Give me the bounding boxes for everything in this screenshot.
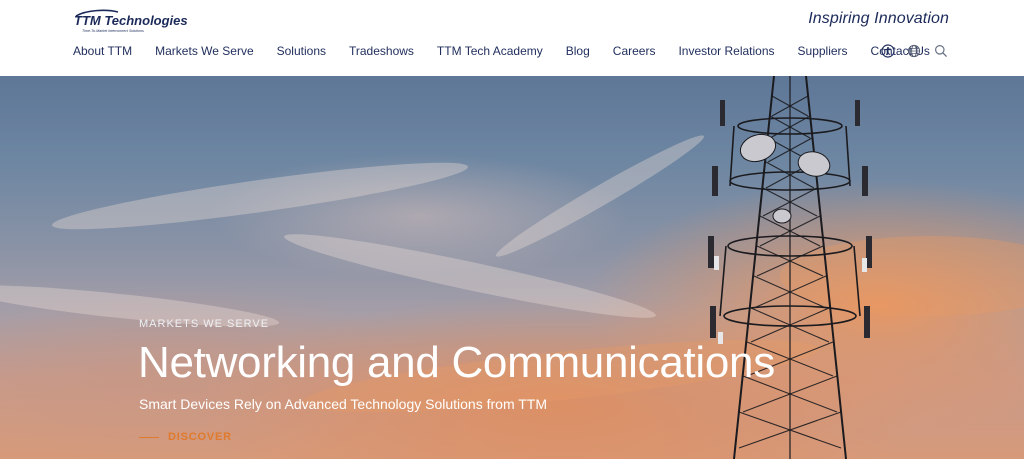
ttm-logo-mark: TTM Technologies Time-To-Market Intercon…	[74, 9, 188, 33]
main-nav: About TTM Markets We Serve Solutions Tra…	[73, 44, 930, 58]
nav-careers[interactable]: Careers	[613, 44, 656, 58]
discover-link[interactable]: DISCOVER	[139, 431, 232, 443]
search-icon[interactable]	[934, 44, 948, 58]
cell-tower-image	[708, 76, 872, 459]
nav-ttm-tech-academy[interactable]: TTM Tech Academy	[437, 44, 543, 58]
ttm-logo[interactable]: TTM Technologies Time-To-Market Intercon…	[72, 9, 200, 35]
nav-investor-relations[interactable]: Investor Relations	[678, 44, 774, 58]
nav-markets-we-serve[interactable]: Markets We Serve	[155, 44, 253, 58]
nav-solutions[interactable]: Solutions	[277, 44, 326, 58]
nav-contact-us[interactable]: Contact Us	[871, 44, 930, 58]
logo-subtext: Time-To-Market Interconnect Solutions	[82, 29, 144, 33]
nav-suppliers[interactable]: Suppliers	[798, 44, 848, 58]
discover-label: DISCOVER	[168, 431, 232, 443]
hero-title: Networking and Communications	[138, 338, 775, 387]
accessibility-icon[interactable]	[881, 44, 895, 58]
site-header: TTM Technologies Time-To-Market Intercon…	[0, 0, 1024, 76]
tagline: Inspiring Innovation	[808, 10, 949, 27]
logo-wordmark: TTM Technologies	[74, 13, 188, 28]
hero-banner: MARKETS WE SERVE Networking and Communic…	[0, 76, 1024, 459]
globe-icon[interactable]	[907, 44, 921, 58]
hero-subtitle: Smart Devices Rely on Advanced Technolog…	[139, 396, 548, 412]
nav-tradeshows[interactable]: Tradeshows	[349, 44, 414, 58]
hero-eyebrow: MARKETS WE SERVE	[139, 318, 270, 330]
cta-accent-line	[139, 436, 159, 438]
nav-about-ttm[interactable]: About TTM	[73, 44, 132, 58]
nav-blog[interactable]: Blog	[566, 44, 590, 58]
